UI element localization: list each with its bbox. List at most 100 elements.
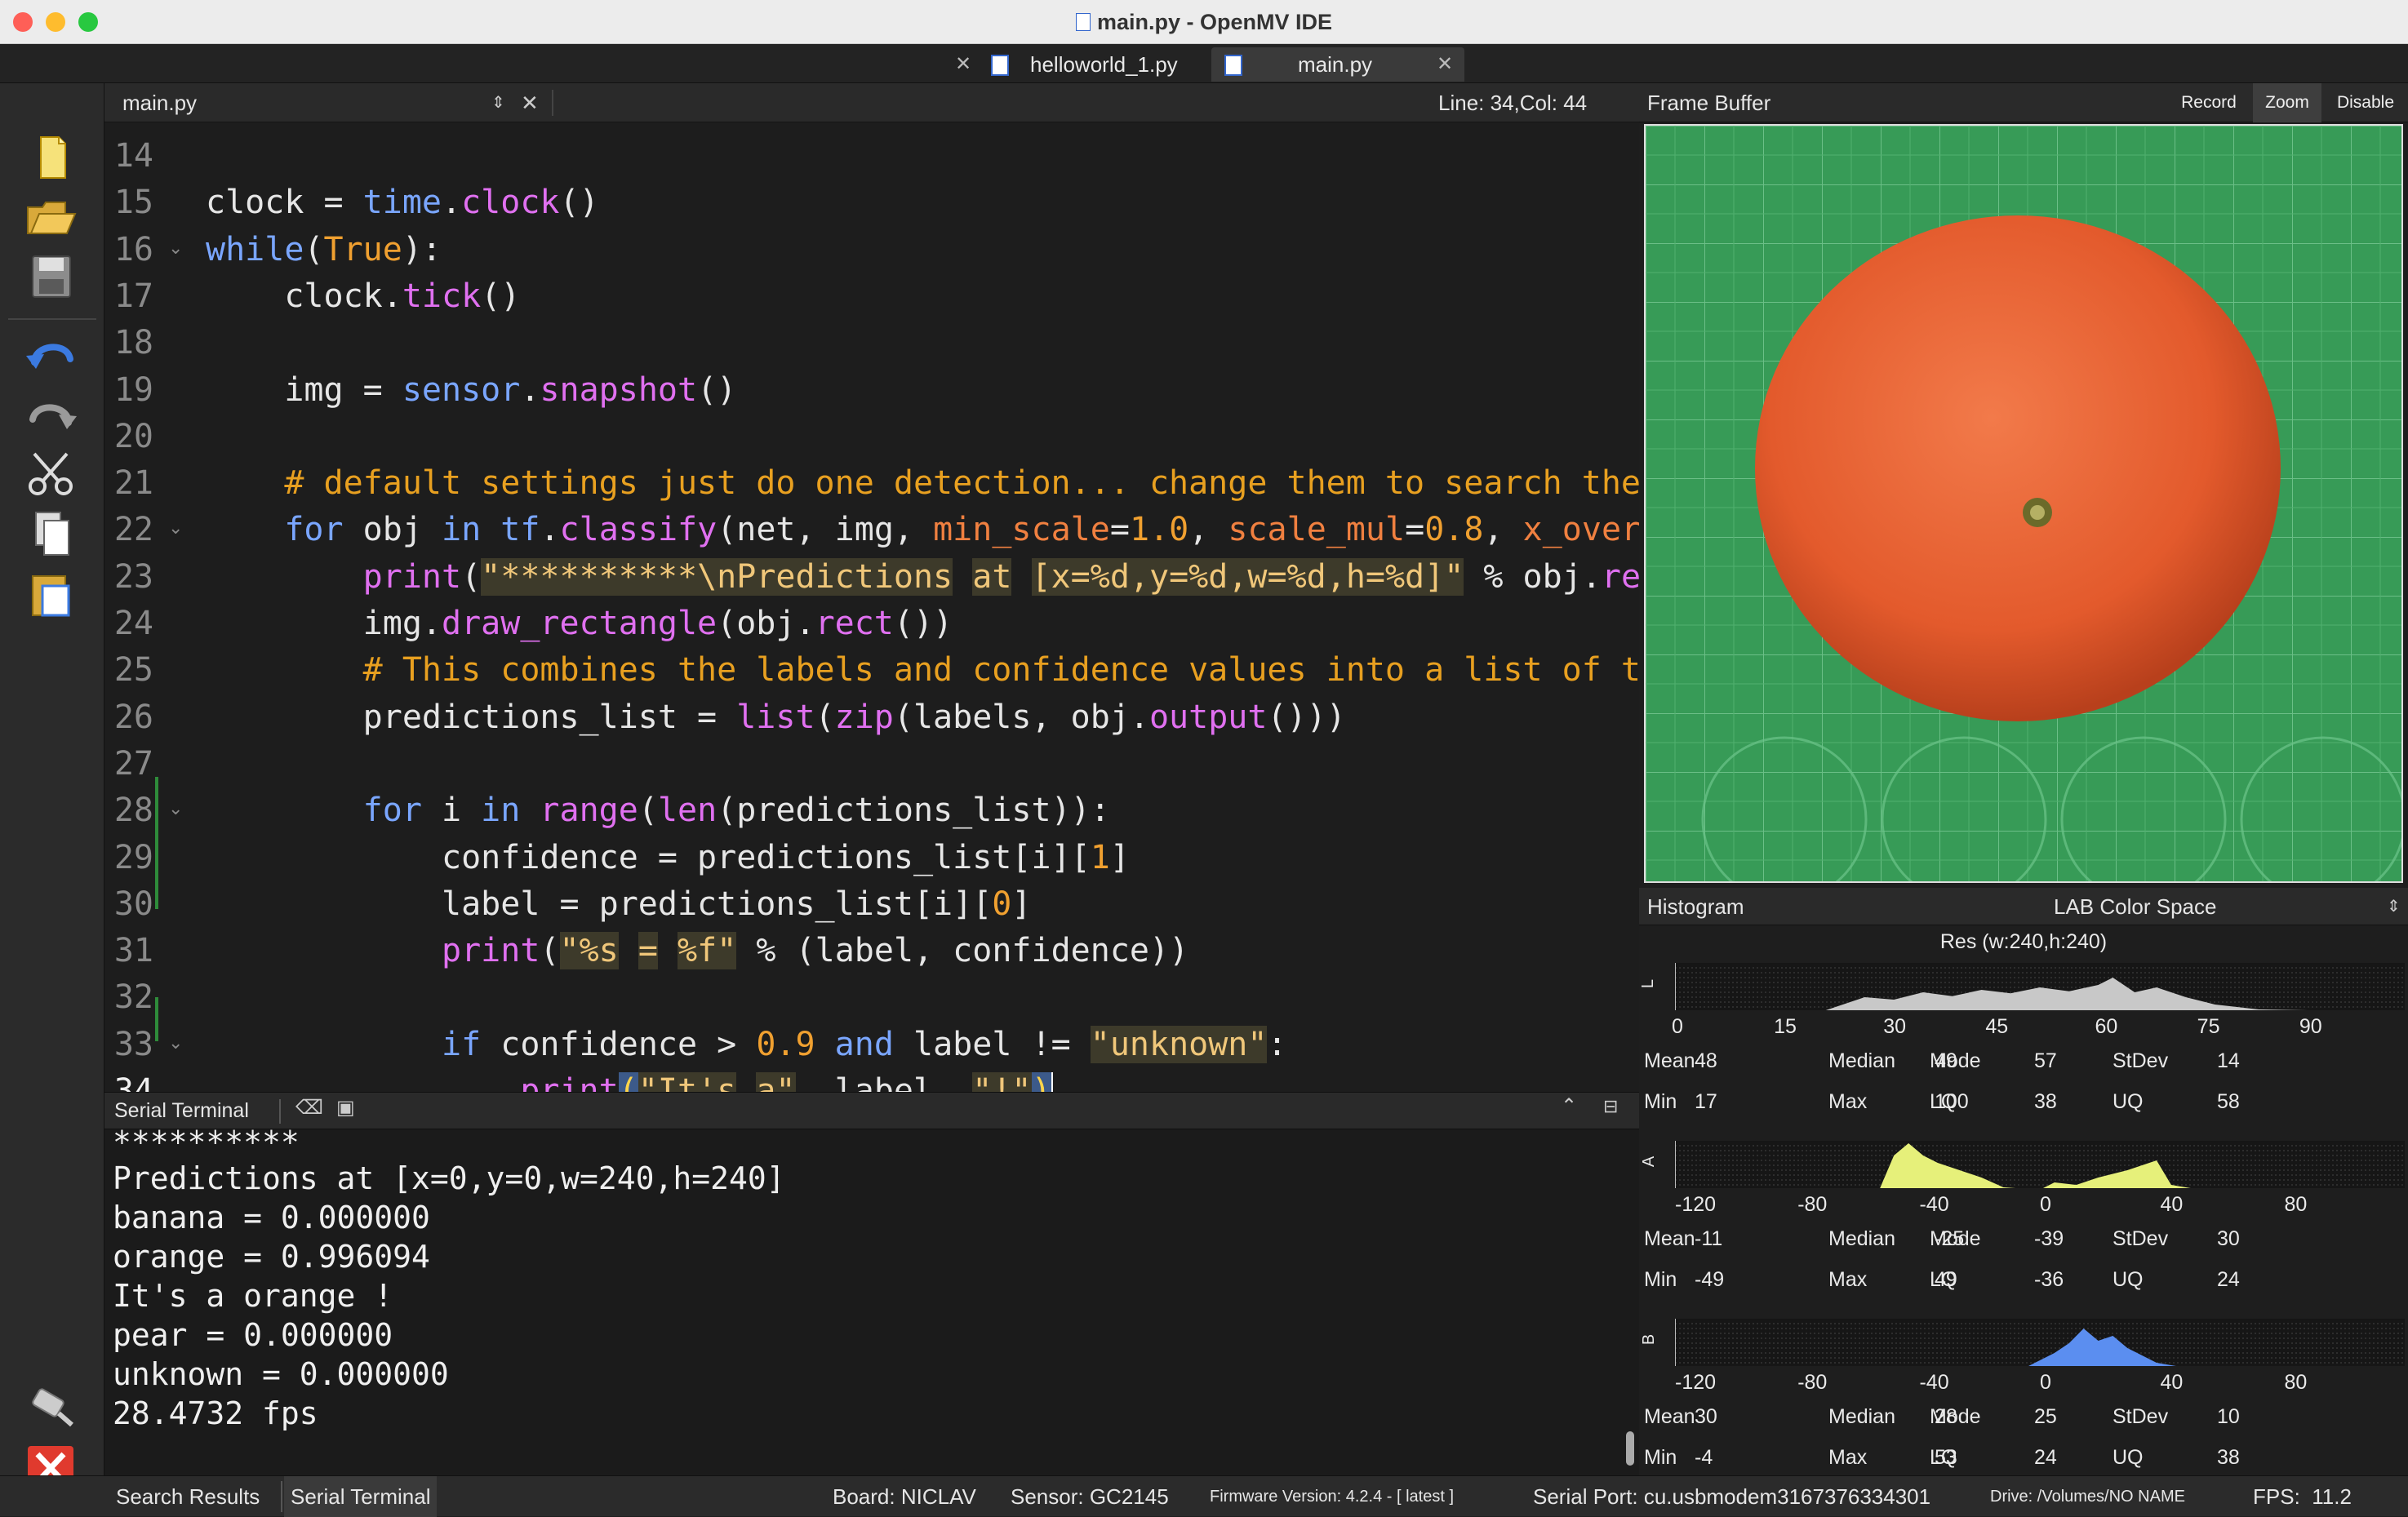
stat-label-min: Min (1644, 1268, 1677, 1291)
histogram-header: Histogram LAB Color Space ⇕ (1639, 888, 2408, 925)
header-divider (552, 90, 553, 116)
code-line: label = predictions_list[i][0] (206, 885, 1032, 923)
stat-value-min: -49 (1695, 1268, 1725, 1291)
line-number: 16 (113, 230, 153, 268)
stat-value-lq: 38 (2034, 1090, 2057, 1113)
close-tab-icon[interactable]: ✕ (1437, 47, 1453, 82)
fold-chevron-icon[interactable]: ⌄ (168, 1032, 183, 1053)
axis-tick-label: 90 (2299, 1015, 2322, 1038)
stat-value-mean: 30 (1695, 1405, 1717, 1428)
toolbar-divider (8, 318, 96, 320)
firmware-status[interactable]: Firmware Version: 4.2.4 - [ latest ] (1210, 1476, 1454, 1517)
axis-tick-label: 15 (1774, 1015, 1797, 1038)
line-number: 26 (113, 698, 153, 736)
code-line: predictions_list = list(zip(labels, obj.… (206, 698, 1346, 736)
axis-tick-label: -80 (1797, 1371, 1828, 1394)
redo-button[interactable] (23, 390, 80, 441)
axis-tick-label: -80 (1797, 1193, 1828, 1216)
save-terminal-icon[interactable]: ▣ (336, 1096, 355, 1120)
paste-button[interactable] (23, 570, 80, 620)
stat-value-mean: -11 (1695, 1227, 1723, 1250)
cut-button[interactable] (23, 449, 80, 499)
file-tab-bar: ✕ helloworld_1.py main.py ✕ (0, 44, 2408, 83)
plug-icon (32, 1388, 73, 1427)
line-number: 27 (113, 744, 153, 783)
serial-terminal-tab[interactable]: Serial Terminal (284, 1476, 438, 1517)
chevron-updown-icon: ⇕ (491, 94, 505, 112)
line-number: 14 (113, 137, 153, 175)
code-line: confidence = predictions_list[i][1] (206, 838, 1130, 876)
code-line: if confidence > 0.9 and label != "unknow… (441, 1025, 1287, 1063)
title-bar: main.py - OpenMV IDE (0, 0, 2408, 44)
open-folder-icon (27, 202, 77, 234)
line-number: 28 (113, 792, 153, 830)
terminal-line: banana = 0.000000 (113, 1200, 430, 1235)
stat-label-median: Median (1828, 1227, 1895, 1250)
serial-terminal-output[interactable]: ********** Predictions at [x=0,y=0,w=240… (104, 1129, 1639, 1475)
line-number: 33 (113, 1025, 153, 1063)
axis-tick-label: 60 (2095, 1015, 2118, 1038)
open-file-button[interactable] (23, 191, 80, 242)
axis-tick-label: -120 (1675, 1193, 1717, 1216)
terminal-line: Predictions at [x=0,y=0,w=240,h=240] (113, 1160, 785, 1196)
stat-label-stdev: StDev (2113, 1227, 2169, 1250)
line-number: 32 (113, 978, 153, 1017)
undo-icon (26, 344, 73, 369)
fold-chevron-icon[interactable]: ⌄ (168, 237, 183, 259)
cursor-position: Line: 34,Col: 44 (1438, 91, 1588, 115)
disable-button[interactable]: Disable (2325, 83, 2406, 122)
code-editor[interactable]: 14 15 clock = time.clock() 16 ⌄ while(True): 1… (104, 122, 1639, 1092)
frame-buffer-header: Frame Buffer Record Zoom Disable (1639, 83, 2408, 122)
chevron-up-icon[interactable]: ⌃ (1561, 1094, 1577, 1118)
stat-value-stdev: 30 (2217, 1227, 2240, 1250)
line-number: 24 (113, 605, 153, 642)
record-button[interactable]: Record (2170, 83, 2248, 122)
stat-value-mode: 25 (2034, 1405, 2057, 1428)
undo-button[interactable] (23, 331, 80, 382)
search-results-tab[interactable]: Search Results (116, 1476, 260, 1517)
line-number: 30 (113, 885, 153, 923)
minimize-pane-icon[interactable]: ⊟ (1603, 1096, 1618, 1117)
tab-label: main.py (1298, 52, 1373, 77)
channel-label: B (1640, 1333, 1659, 1346)
zoom-button[interactable]: Zoom (2253, 83, 2321, 122)
file-icon (1075, 13, 1091, 31)
orange-fruit (1755, 215, 2281, 721)
fold-chevron-icon[interactable]: ⌄ (168, 517, 183, 539)
save-file-button[interactable] (23, 251, 80, 302)
terminal-line: pear = 0.000000 (113, 1317, 393, 1353)
axis-tick-label: 0 (2040, 1371, 2051, 1394)
file-selector[interactable]: main.py ⇕ (111, 88, 519, 118)
clear-terminal-icon[interactable]: ⌫ (295, 1096, 323, 1120)
color-space-select[interactable]: LAB Color Space ⇕ (1843, 888, 2406, 925)
code-line: img = sensor.snapshot() (206, 370, 737, 409)
connect-button[interactable] (23, 1381, 80, 1431)
code-line: print("It's a", label, "!") (206, 1069, 1053, 1092)
tab-helloworld[interactable]: ✕ helloworld_1.py (949, 47, 1210, 82)
frame-buffer-image (1644, 124, 2403, 883)
axis-tick-label: 45 (1985, 1015, 2009, 1038)
stat-value-lq: 24 (2034, 1446, 2057, 1469)
copy-button[interactable] (23, 509, 80, 560)
close-tab-icon[interactable]: ✕ (955, 47, 971, 82)
fold-chevron-icon[interactable]: ⌄ (168, 798, 183, 819)
terminal-scrollbar[interactable] (1626, 1431, 1634, 1466)
histogram-chart-a (1675, 1141, 2405, 1188)
stat-value-uq: 24 (2217, 1268, 2240, 1291)
axis-tick-label: -40 (1919, 1371, 1949, 1394)
code-line: clock.tick() (206, 277, 521, 315)
new-file-button[interactable] (23, 132, 80, 183)
file-selector-label: main.py (122, 91, 198, 115)
stat-value-mode: -39 (2034, 1227, 2064, 1250)
close-document-icon[interactable]: ✕ (521, 88, 539, 118)
tab-main[interactable]: main.py ✕ (1211, 47, 1464, 82)
axis-tick-label: -120 (1675, 1371, 1717, 1394)
stat-value-lq: -36 (2034, 1268, 2064, 1291)
axis-tick-label: 40 (2160, 1193, 2184, 1216)
window-title: main.py - OpenMV IDE (0, 0, 2408, 44)
stat-value-uq: 58 (2217, 1090, 2240, 1113)
stat-label-uq: UQ (2113, 1090, 2144, 1113)
stat-label-min: Min (1644, 1446, 1677, 1469)
histogram-panel: Res (w:240,h:240) L 0 15 30 45 60 75 90 Mean 48 Me… (1639, 925, 2408, 1475)
line-number: 21 (113, 464, 153, 503)
